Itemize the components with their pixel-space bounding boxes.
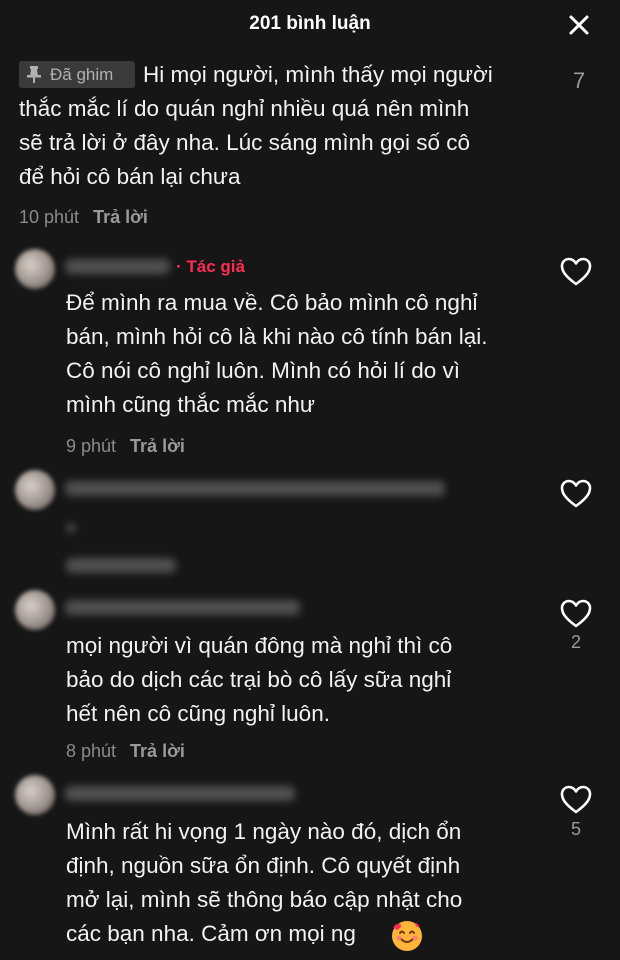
pinned-comment-text: Hi mọi người, mình thấy mọi người thắc m… (19, 62, 493, 189)
avatar[interactable] (15, 775, 55, 815)
reply-button[interactable]: Trả lời (130, 741, 185, 761)
reply-button[interactable]: Trả lời (130, 436, 185, 456)
avatar[interactable] (15, 249, 55, 289)
comment-time: 9 phút (66, 436, 117, 456)
heart-outline-icon[interactable] (560, 257, 592, 287)
username-blurred (65, 259, 170, 274)
heart-outline-icon[interactable] (560, 599, 592, 629)
comment-meta: 8 phút Trả lời (66, 741, 185, 762)
comment-time: 8 phút (66, 741, 117, 761)
reply-button[interactable]: Trả lời (93, 207, 148, 227)
pinned-comment-meta: 10 phút Trả lời (19, 207, 148, 228)
comment-count-title: 201 bình luận (249, 13, 371, 34)
comment-meta: 9 phút Trả lời (66, 436, 185, 457)
comment-text-blurred (66, 524, 76, 532)
comment-meta-blurred (66, 558, 176, 573)
username-blurred (65, 786, 295, 801)
comment-text: Để mình ra mua về. Cô bảo mình cô nghỉ b… (66, 290, 488, 417)
comment-time: 10 phút (19, 207, 80, 227)
avatar[interactable] (15, 590, 55, 630)
like-count: 5 (570, 819, 581, 839)
comment-text: mọi người vì quán đông mà nghỉ thì cô bả… (66, 633, 453, 726)
avatar[interactable] (15, 470, 55, 510)
username-blurred (65, 481, 445, 496)
close-icon[interactable] (566, 12, 592, 38)
username-blurred (65, 600, 300, 615)
comments-header: 201 bình luận (0, 0, 620, 50)
author-tag: · Tác giả (176, 257, 245, 276)
heart-outline-icon[interactable] (560, 479, 592, 509)
like-count: 2 (570, 632, 581, 652)
heart-outline-icon[interactable] (560, 785, 592, 815)
like-count: 7 (572, 68, 586, 93)
smiling-face-with-hearts-emoji (392, 921, 422, 951)
